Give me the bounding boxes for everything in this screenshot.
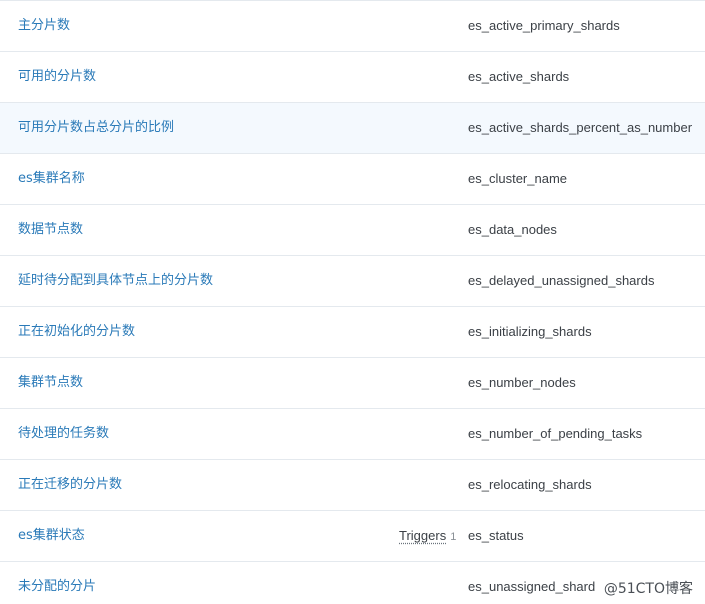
- item-key: es_active_primary_shards: [468, 18, 620, 33]
- item-name-link[interactable]: 未分配的分片: [18, 562, 96, 604]
- table-row: 可用的分片数 es_active_shards: [0, 52, 705, 103]
- item-key: es_active_shards: [468, 69, 570, 84]
- table-row: 集群节点数 es_number_nodes: [0, 358, 705, 409]
- table-row: 数据节点数 es_data_nodes: [0, 205, 705, 256]
- item-name-link[interactable]: 正在迁移的分片数: [18, 460, 122, 510]
- item-name-link[interactable]: es集群名称: [18, 154, 85, 204]
- table-row: es集群状态 Triggers 1 es_status: [0, 511, 705, 562]
- item-key: es_number_of_pending_tasks: [468, 426, 643, 441]
- item-name-link[interactable]: 主分片数: [18, 1, 70, 51]
- table-row: es集群名称 es_cluster_name: [0, 154, 705, 205]
- item-key: es_relocating_shards: [468, 477, 592, 492]
- item-name-link[interactable]: 待处理的任务数: [18, 409, 109, 459]
- item-name-link[interactable]: 可用的分片数: [18, 52, 96, 102]
- item-name-link[interactable]: es集群状态: [18, 511, 85, 561]
- item-key: es_status: [468, 528, 524, 543]
- triggers-link[interactable]: Triggers: [399, 528, 446, 543]
- item-name-link[interactable]: 可用分片数占总分片的比例: [18, 103, 174, 153]
- table-row: 正在迁移的分片数 es_relocating_shards: [0, 460, 705, 511]
- item-key: es_initializing_shards: [468, 324, 592, 339]
- table-row: 延时待分配到具体节点上的分片数 es_delayed_unassigned_sh…: [0, 256, 705, 307]
- item-key: es_data_nodes: [468, 222, 557, 237]
- triggers-count: 1: [450, 531, 457, 543]
- table-row-highlighted: 可用分片数占总分片的比例 es_active_shards_percent_as…: [0, 103, 705, 154]
- item-key: es_unassigned_shard: [468, 579, 596, 594]
- table-row: 待处理的任务数 es_number_of_pending_tasks: [0, 409, 705, 460]
- item-key: es_number_nodes: [468, 375, 576, 390]
- item-name-link[interactable]: 延时待分配到具体节点上的分片数: [18, 256, 213, 306]
- table-row: 主分片数 es_active_primary_shards: [0, 1, 705, 52]
- item-name-link[interactable]: 集群节点数: [18, 358, 83, 408]
- item-key: es_cluster_name: [468, 171, 567, 186]
- item-key: es_delayed_unassigned_shards: [468, 273, 655, 288]
- items-table: 主分片数 es_active_primary_shards 可用的分片数 es_…: [0, 0, 705, 604]
- item-name-link[interactable]: 数据节点数: [18, 205, 83, 255]
- table-row: 未分配的分片 es_unassigned_shard: [0, 562, 705, 604]
- table-row: 正在初始化的分片数 es_initializing_shards: [0, 307, 705, 358]
- item-key: es_active_shards_percent_as_number: [468, 120, 693, 135]
- item-name-link[interactable]: 正在初始化的分片数: [18, 307, 135, 357]
- triggers-indicator: Triggers 1: [399, 511, 456, 562]
- watermark: @51CTO博客: [601, 578, 695, 598]
